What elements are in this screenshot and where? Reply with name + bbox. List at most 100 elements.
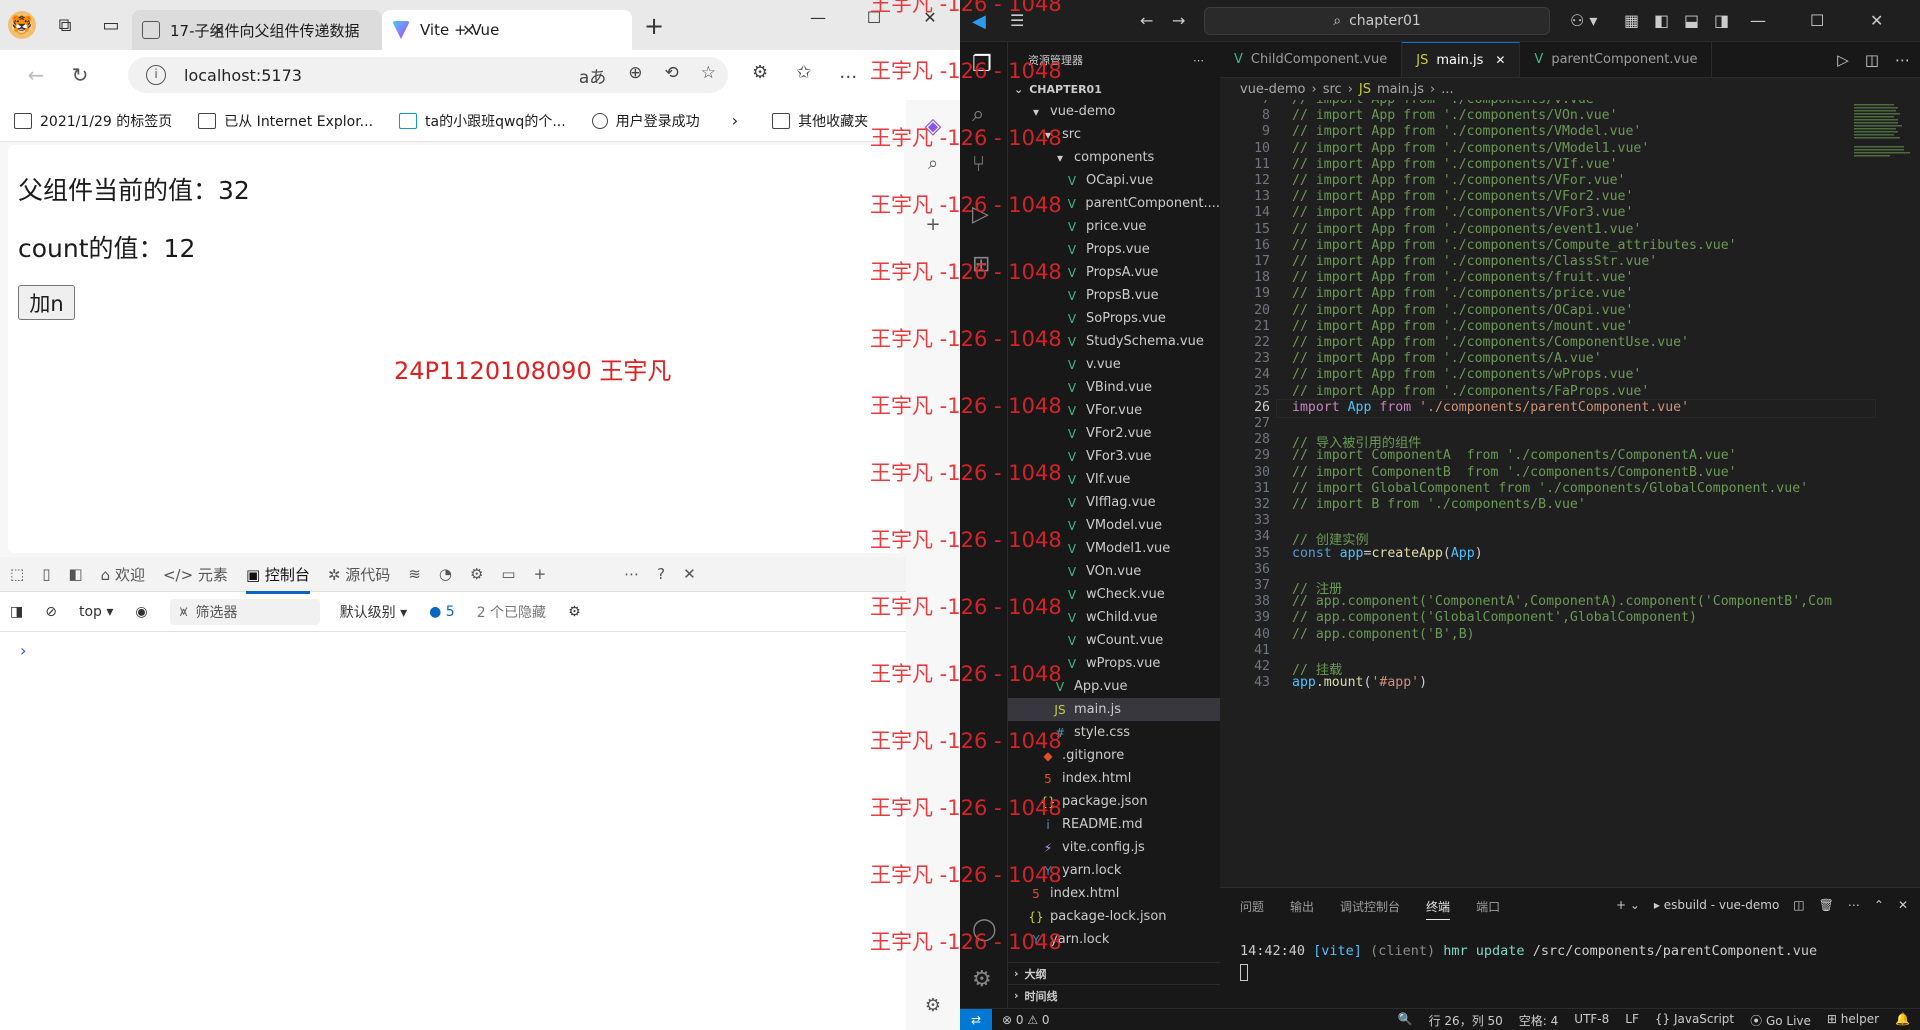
read-aloud-icon[interactable]: aあ (579, 63, 606, 88)
panel-tab[interactable]: 输出 (1290, 898, 1314, 915)
tab-welcome[interactable]: ⌂ 欢迎 (101, 564, 145, 585)
file-item[interactable]: V VOn.vue (1008, 560, 1220, 583)
more-actions-icon[interactable]: ⋯ (1193, 54, 1204, 67)
zoom-icon[interactable]: 🔍 (1398, 1012, 1413, 1029)
toggle-secondary-icon[interactable]: ◨ (1714, 11, 1729, 30)
bookmark-item[interactable]: ta的小跟班qwq的个... (399, 111, 566, 131)
encoding[interactable]: UTF-8 (1574, 1012, 1609, 1029)
bookmark-item[interactable]: 2021/1/29 的标签页 (14, 111, 172, 131)
close-devtools-icon[interactable]: ✕ (683, 565, 696, 583)
file-item[interactable]: VwCount.vue (1008, 629, 1220, 652)
vertical-tabs-icon[interactable]: ▭ (94, 8, 128, 42)
panel-tab[interactable]: 端口 (1476, 898, 1500, 915)
go-live[interactable]: ⦿ Go Live (1750, 1012, 1811, 1029)
performance-icon[interactable]: ◔ (439, 565, 452, 583)
editor-tab[interactable]: VparentComponent.vue (1520, 42, 1713, 77)
live-expression-icon[interactable]: ◉ (135, 604, 147, 620)
network-icon[interactable]: ≋ (408, 565, 421, 583)
helper[interactable]: ⊞ helper (1827, 1012, 1879, 1029)
outline-section[interactable]: › 大纲 (1008, 962, 1220, 984)
panel-tab[interactable]: 终端 (1426, 898, 1451, 920)
notifications-icon[interactable]: 🔔 (1895, 1012, 1910, 1029)
tab-console[interactable]: ▣ 控制台 (245, 564, 310, 594)
nav-forward-icon[interactable]: → (1172, 11, 1185, 30)
bookmark-item[interactable]: 用户登录成功 (591, 111, 700, 131)
tab-sources[interactable]: ✲ 源代码 (328, 564, 390, 585)
help-icon[interactable]: ? (657, 565, 665, 583)
file-item[interactable]: V PropsB.vue (1008, 284, 1220, 307)
add-n-button[interactable]: 加n (18, 285, 75, 320)
close-window-icon[interactable]: ✕ (1870, 11, 1883, 30)
file-item[interactable]: 5 index.html (1008, 767, 1220, 790)
back-icon[interactable]: ← (14, 63, 58, 87)
language-mode[interactable]: {} JavaScript (1655, 1012, 1734, 1029)
log-level-select[interactable]: 默认级别 ▾ (340, 602, 407, 622)
panel-tab[interactable]: 调试控制台 (1340, 898, 1400, 915)
cursor-position[interactable]: 行 26，列 50 (1429, 1012, 1503, 1029)
browser-tab-1[interactable]: 17-子组件向父组件传递数据 ✕ (132, 10, 382, 50)
zoom-icon[interactable]: ⊕ (628, 63, 642, 88)
bookmark-item[interactable]: 已从 Internet Explor... (198, 111, 373, 131)
run-icon[interactable]: ▷ (1837, 51, 1849, 69)
command-center-search[interactable]: ⌕ chapter01 (1204, 7, 1550, 35)
more-menu-icon[interactable]: … (839, 62, 857, 83)
new-tab-icon[interactable]: + (644, 12, 664, 40)
code-editor[interactable]: 7 // import App from './components/v.vue'… (1220, 100, 1910, 887)
sidebar-toggle-icon[interactable]: ◨ (10, 604, 23, 620)
layout-icon[interactable]: ▦ (1624, 11, 1639, 30)
file-item[interactable]: JS main.js (1008, 698, 1220, 721)
more-actions-icon[interactable]: ⋯ (1848, 898, 1860, 912)
address-bar[interactable]: i localhost:5173 aあ ⊕ ⟲ ☆ (128, 57, 728, 93)
application-icon[interactable]: ▭ (501, 565, 515, 583)
terminal-instance[interactable]: ▸ esbuild - vue-demo (1654, 898, 1779, 912)
search-icon[interactable]: ⌕ (928, 153, 938, 174)
new-terminal-icon[interactable]: + ⌄ (1616, 898, 1640, 912)
workspaces-icon[interactable]: ⧉ (48, 8, 82, 42)
console-prompt[interactable]: › (20, 641, 26, 660)
maximize-icon[interactable]: ☐ (1810, 11, 1824, 30)
memory-icon[interactable]: ⚙ (470, 565, 483, 583)
inspect-icon[interactable]: ⬚ (10, 565, 24, 583)
toggle-panel-icon[interactable]: ⬓ (1684, 11, 1699, 30)
editor-tab[interactable]: JS main.js ✕ (1402, 42, 1521, 77)
terminal-output[interactable]: 14:42:40 [vite] (client) hmr update /src… (1240, 943, 1817, 959)
close-tab-icon[interactable]: ✕ (1495, 53, 1505, 67)
problems-status[interactable]: ⊗ 0 ⚠ 0 (1002, 1013, 1050, 1027)
file-item[interactable]: {} package-lock.json (1008, 905, 1220, 928)
console-settings-icon[interactable]: ⚙ (568, 604, 581, 620)
maximize-panel-icon[interactable]: ⌃ (1874, 898, 1884, 912)
toggle-sidebar-icon[interactable]: ◧ (1654, 11, 1669, 30)
source-control-icon[interactable]: ⑂ (972, 152, 985, 177)
filter-input[interactable]: ⩙ 筛选器 (169, 598, 320, 625)
editor-tab[interactable]: V ChildComponent.vue (1220, 42, 1403, 77)
kill-terminal-icon[interactable]: 🗑 (1819, 898, 1834, 912)
remote-icon[interactable]: ⇄ (960, 1008, 992, 1030)
refresh-icon[interactable]: ↻ (58, 63, 102, 87)
browser-tab-2[interactable]: Vite + Vue ✕ (382, 10, 632, 50)
file-item[interactable]: ⚡ vite.config.js (1008, 836, 1220, 859)
minimap[interactable] (1852, 102, 1912, 222)
chevron-right-icon[interactable]: › (732, 111, 738, 130)
copilot-icon[interactable]: ⚇ ▾ (1570, 11, 1597, 30)
minimize-icon[interactable]: — (790, 8, 846, 27)
timeline-section[interactable]: › 时间线 (1008, 984, 1220, 1006)
device-emulation-icon[interactable]: ▯ (42, 565, 50, 583)
folder-item[interactable]: ▾ vue-demo (1008, 100, 1220, 123)
close-panel-icon[interactable]: ✕ (1898, 898, 1908, 912)
bookmark-item[interactable]: 其他收藏夹 (772, 111, 868, 131)
eol[interactable]: LF (1625, 1012, 1639, 1029)
minimize-icon[interactable]: — (1750, 11, 1766, 30)
file-item[interactable]: V VIfflag.vue (1008, 491, 1220, 514)
file-item[interactable]: V VFor2.vue (1008, 422, 1220, 445)
more-options-icon[interactable]: ⋯ (624, 565, 639, 583)
favorites-icon[interactable]: ✩ (796, 62, 811, 83)
close-tab-icon[interactable]: ✕ (212, 21, 225, 40)
more-tools-icon[interactable]: + (534, 565, 547, 583)
dock-icon[interactable]: ◧ (68, 565, 82, 583)
more-actions-icon[interactable]: ⋯ (1895, 51, 1910, 69)
split-terminal-icon[interactable]: ◫ (1793, 898, 1804, 912)
settings-icon[interactable]: ⚙ (925, 995, 941, 1016)
tab-elements[interactable]: </> 元素 (163, 564, 228, 585)
nav-back-icon[interactable]: ← (1140, 11, 1153, 30)
split-editor-icon[interactable]: ◫ (1865, 51, 1879, 69)
